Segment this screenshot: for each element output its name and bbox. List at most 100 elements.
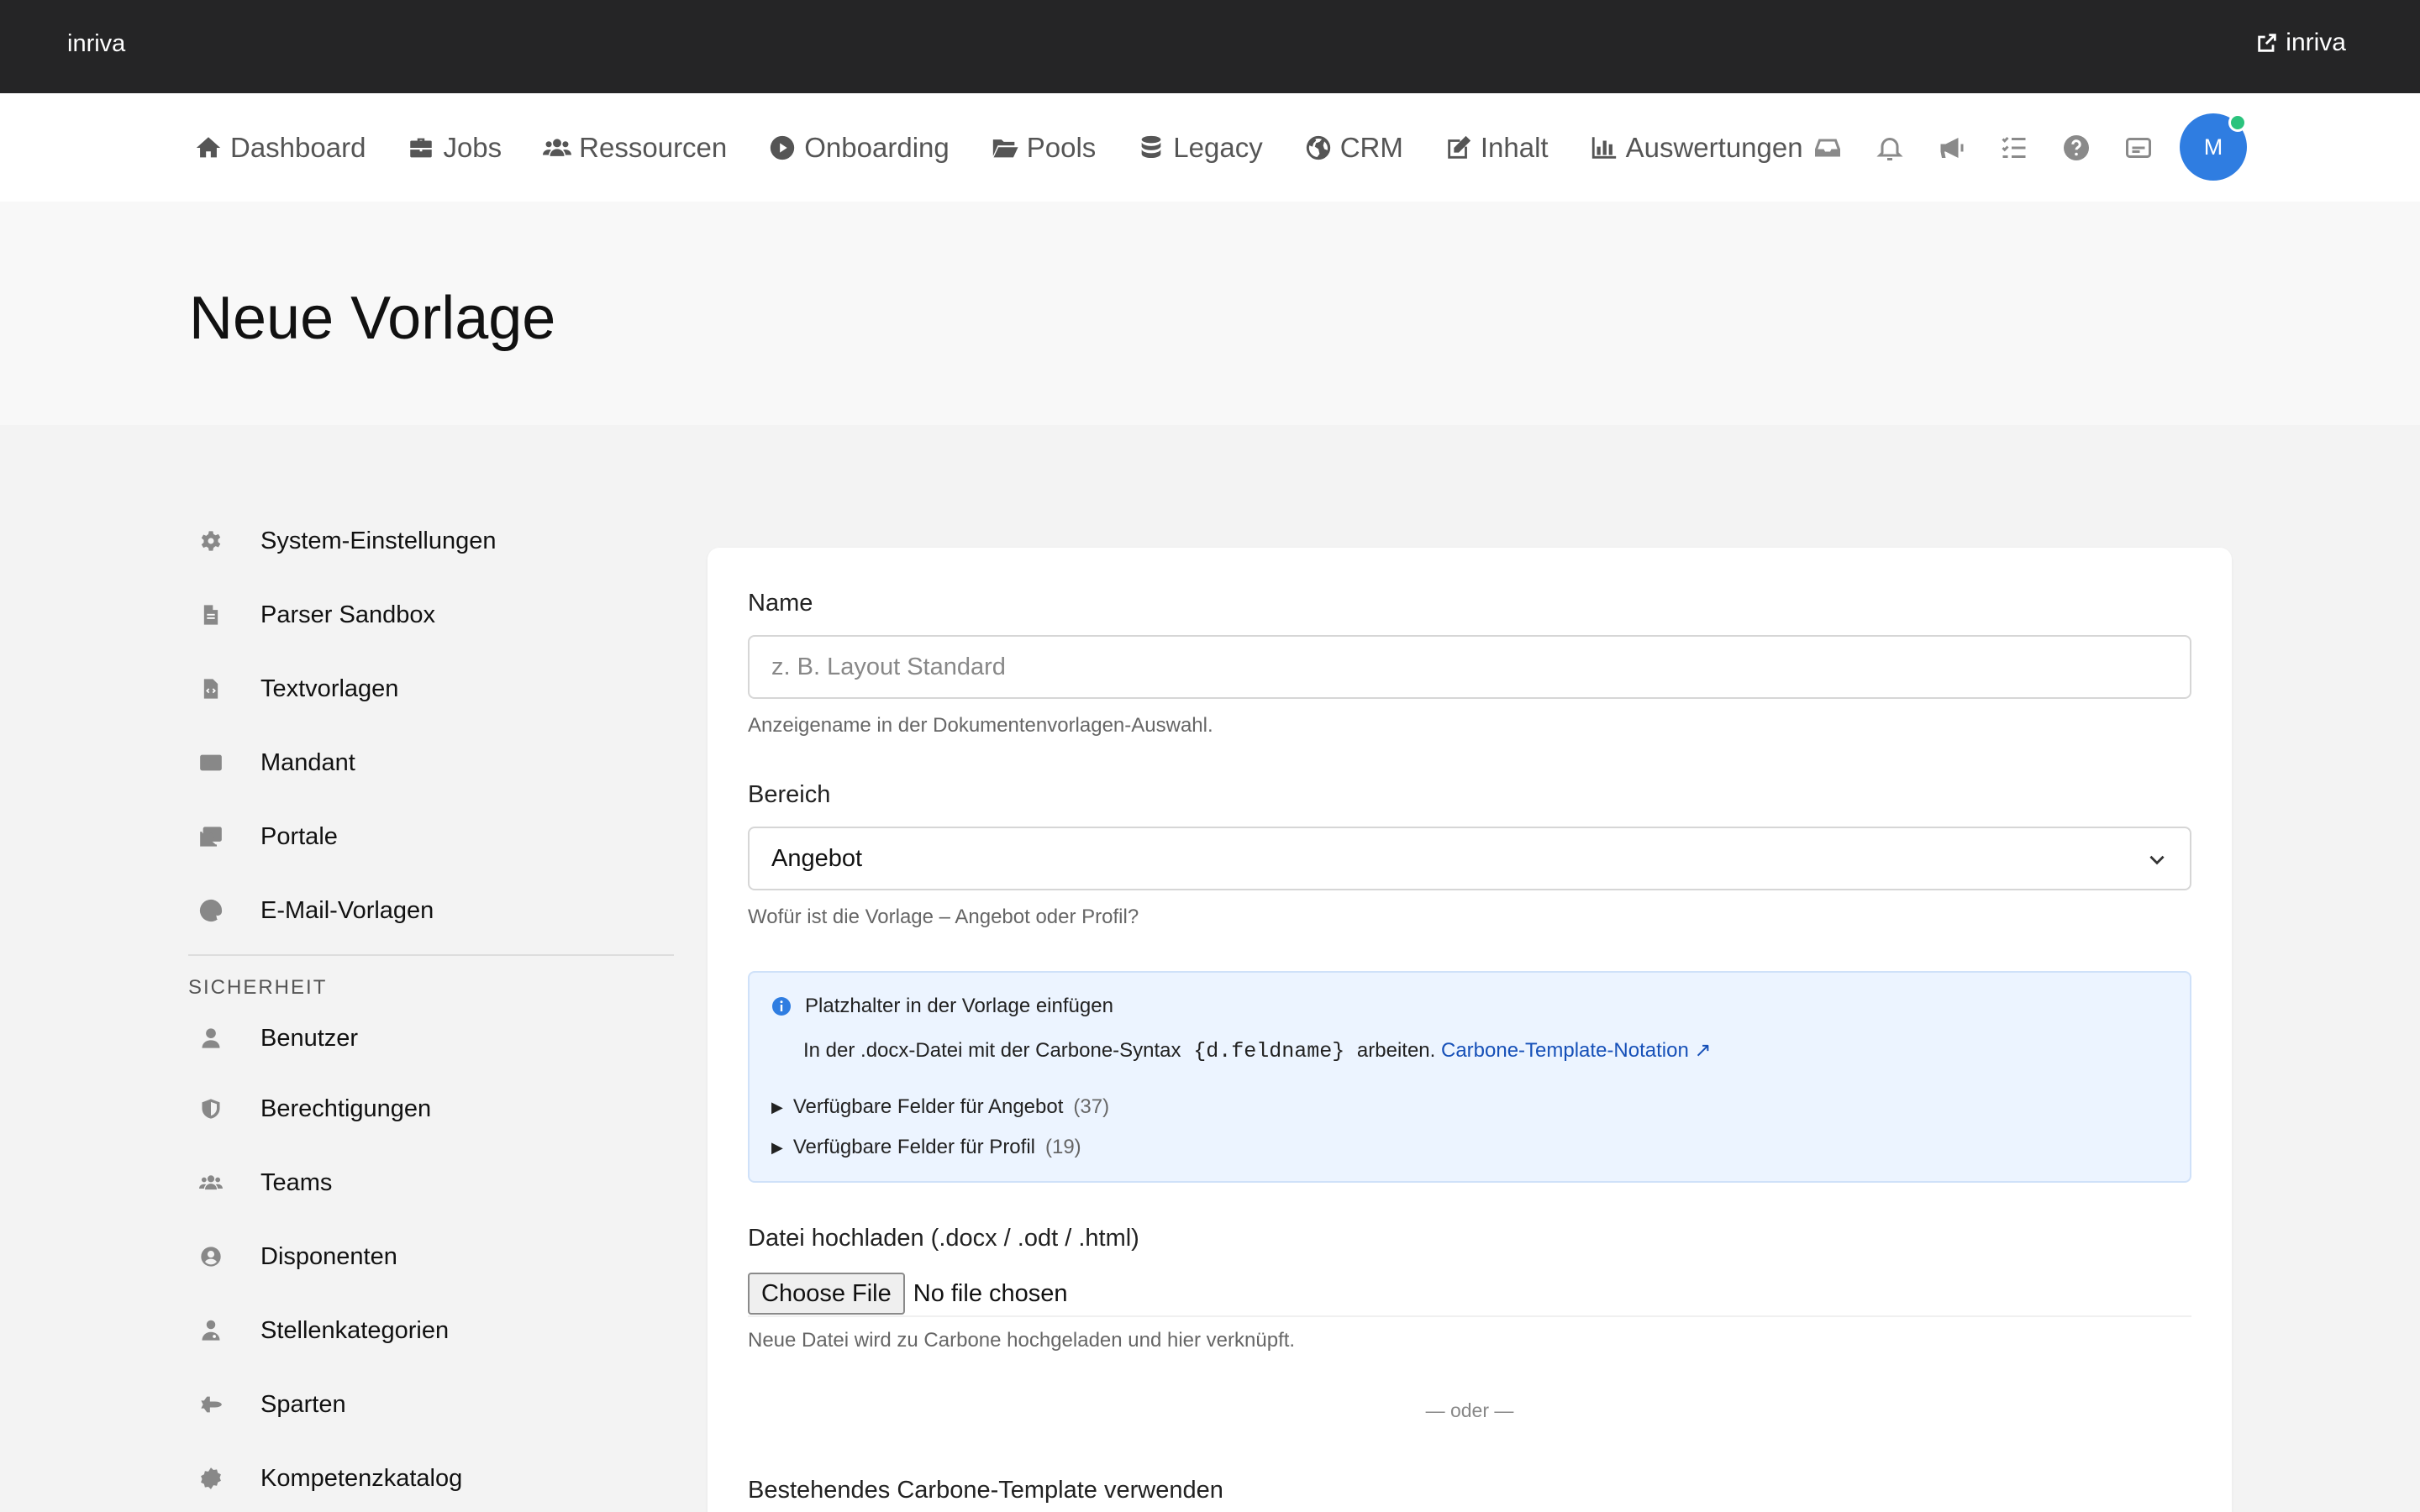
sidebar-section-heading: SICHERHEIT <box>188 976 328 999</box>
nav-item-onboarding[interactable]: Onboarding <box>767 132 950 164</box>
database-icon <box>1141 135 1161 158</box>
info-icon <box>772 997 791 1016</box>
nav-label: Auswertungen <box>1625 131 1803 163</box>
sidebar-divider <box>188 954 674 956</box>
settings-sidebar: System-Einstellungen Parser Sandbox Text… <box>188 504 674 1512</box>
help-button[interactable] <box>2060 132 2092 164</box>
external-app-link[interactable]: inriva <box>2255 29 2346 57</box>
tasks-button[interactable] <box>1998 132 2030 164</box>
sidebar-item-label: Stellenkategorien <box>260 1316 450 1344</box>
images-icon <box>200 827 222 847</box>
sidebar-item-portale[interactable]: Portale <box>188 800 674 874</box>
user-avatar[interactable]: M <box>2180 113 2247 181</box>
bar-chart-icon <box>1591 136 1616 159</box>
syntax-code: {d.feldname} <box>1193 1039 1345 1063</box>
main-navbar: Dashboard Jobs Ressourcen Onboarding Poo… <box>0 93 2420 202</box>
inbox-button[interactable] <box>1812 132 1844 164</box>
online-status-dot <box>2228 113 2247 132</box>
disclosure-triangle-icon: ▶ <box>771 1098 783 1116</box>
user-doctor-icon <box>202 1320 220 1341</box>
nav-item-ressourcen[interactable]: Ressourcen <box>542 132 727 164</box>
sidebar-item-label: Sparten <box>260 1390 346 1418</box>
sidebar-item-label: Parser Sandbox <box>260 601 435 628</box>
edit-icon <box>1448 135 1471 159</box>
disclosure-triangle-icon: ▶ <box>771 1138 783 1156</box>
sidebar-item-textvorlagen[interactable]: Textvorlagen <box>188 652 674 726</box>
info-title: Platzhalter in der Vorlage einfügen <box>771 995 1113 1018</box>
sidebar-item-disponenten[interactable]: Disponenten <box>188 1220 674 1294</box>
nav-item-dashboard[interactable]: Dashboard <box>193 132 366 164</box>
bell-icon <box>1876 137 1903 160</box>
home-icon <box>196 136 221 157</box>
notifications-button[interactable] <box>1874 132 1906 164</box>
name-input[interactable] <box>748 635 2191 699</box>
nav-label: Jobs <box>443 131 502 163</box>
no-file-status: No file chosen <box>913 1279 1068 1307</box>
bereich-selected-value: Angebot <box>771 844 863 872</box>
nav-label: Dashboard <box>230 131 366 163</box>
details-profil-label: Verfügbare Felder für Profil <box>792 1136 1035 1158</box>
bereich-select[interactable]: Angebot <box>748 827 2191 890</box>
info-text-after: arbeiten. <box>1356 1039 1436 1062</box>
name-help: Anzeigename in der Dokumentenvorlagen-Au… <box>748 714 1213 737</box>
carbone-notation-link[interactable]: Carbone-Template-Notation ↗ <box>1441 1039 1712 1062</box>
sidebar-item-label: Berechtigungen <box>260 1095 432 1122</box>
sidebar-item-mandant[interactable]: Mandant <box>188 726 674 800</box>
sidebar-item-label: Benutzer <box>260 1024 359 1052</box>
bereich-help: Wofür ist die Vorlage – Angebot oder Pro… <box>748 906 1139 928</box>
sidebar-item-stellenkategorien[interactable]: Stellenkategorien <box>188 1294 674 1368</box>
choose-file-button[interactable]: Choose File <box>748 1273 905 1315</box>
details-angebot-count: (37) <box>1073 1095 1110 1118</box>
at-icon <box>199 900 223 922</box>
upload-help: Neue Datei wird zu Carbone hochgeladen u… <box>748 1329 1296 1352</box>
messages-button[interactable] <box>2123 132 2154 164</box>
details-profil-count: (19) <box>1044 1136 1081 1158</box>
shuttle-icon <box>201 1396 222 1413</box>
nav-label: Inhalt <box>1480 131 1549 163</box>
upload-label: Datei hochladen (.docx / .odt / .html) <box>748 1225 1139 1252</box>
sidebar-item-berechtigungen[interactable]: Berechtigungen <box>188 1072 674 1146</box>
nav-item-pools[interactable]: Pools <box>990 132 1096 164</box>
nav-item-crm[interactable]: CRM <box>1303 132 1403 164</box>
brand-name: inriva <box>67 30 126 57</box>
announcements-button[interactable] <box>1936 132 1968 164</box>
file-upload-input: Choose File No file chosen <box>748 1272 2191 1317</box>
sidebar-item-sparten[interactable]: Sparten <box>188 1368 674 1441</box>
sidebar-item-teams[interactable]: Teams <box>188 1146 674 1220</box>
sidebar-item-e-mail-vorlagen[interactable]: E-Mail-Vorlagen <box>188 874 674 948</box>
placeholder-info-box: Platzhalter in der Vorlage einfügen In d… <box>748 971 2191 1183</box>
shield-icon <box>202 1099 220 1119</box>
nav-label: Legacy <box>1173 131 1263 163</box>
sidebar-item-kompetenzkatalog[interactable]: Kompetenzkatalog <box>188 1441 674 1512</box>
globe-icon <box>1306 135 1330 160</box>
file-code-icon <box>203 679 218 699</box>
play-circle-icon <box>771 135 795 160</box>
sidebar-item-benutzer[interactable]: Benutzer <box>188 1005 674 1072</box>
or-divider: — oder — <box>1425 1399 1514 1421</box>
details-angebot-fields[interactable]: ▶ Verfügbare Felder für Angebot (37) <box>771 1095 1109 1119</box>
user-circle-icon <box>201 1247 221 1267</box>
info-title-text: Platzhalter in der Vorlage einfügen <box>805 995 1113 1017</box>
megaphone-icon <box>1940 137 1964 158</box>
sidebar-item-label: E-Mail-Vorlagen <box>260 896 434 924</box>
message-card-icon <box>2126 137 2151 158</box>
sidebar-item-label: Textvorlagen <box>260 675 399 702</box>
existing-template-label: Bestehendes Carbone-Template verwenden <box>748 1477 1223 1504</box>
id-card-icon <box>200 754 222 771</box>
briefcase-icon <box>410 138 433 157</box>
sidebar-item-system-einstellungen[interactable]: System-Einstellungen <box>188 504 674 578</box>
sidebar-item-parser-sandbox[interactable]: Parser Sandbox <box>188 578 674 652</box>
user-icon <box>202 1028 220 1048</box>
cog-badge-icon <box>201 1467 221 1489</box>
nav-label: CRM <box>1339 131 1403 163</box>
page-title: Neue Vorlage <box>189 285 556 352</box>
top-bar: inriva inriva <box>0 0 2420 93</box>
nav-item-legacy[interactable]: Legacy <box>1136 131 1263 164</box>
info-text-before: In der .docx-Datei mit der Carbone-Synta… <box>803 1039 1181 1062</box>
nav-item-jobs[interactable]: Jobs <box>406 132 502 164</box>
info-text: In der .docx-Datei mit der Carbone-Synta… <box>803 1038 1712 1063</box>
details-profil-fields[interactable]: ▶ Verfügbare Felder für Profil (19) <box>771 1136 1081 1159</box>
nav-item-inhalt[interactable]: Inhalt <box>1444 132 1549 164</box>
nav-item-auswertungen[interactable]: Auswertungen <box>1589 132 1803 164</box>
sidebar-item-label: Kompetenzkatalog <box>260 1464 463 1492</box>
